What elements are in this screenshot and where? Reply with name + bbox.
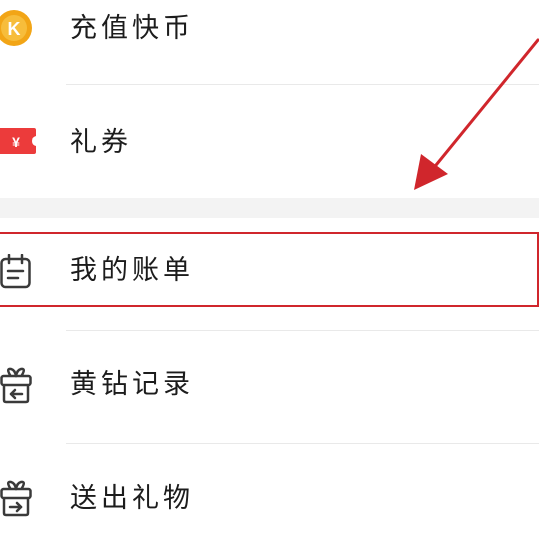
divider: [66, 84, 539, 85]
gift-box-incoming-icon: [0, 367, 36, 409]
coupon-symbol: ¥: [12, 134, 20, 150]
menu-item-label: 充值快币: [70, 13, 194, 44]
menu-item-label: 我的账单: [70, 255, 194, 286]
menu-item-yellow-diamond-records[interactable]: 黄钻记录: [0, 331, 539, 443]
menu-item-label: 送出礼物: [70, 483, 194, 514]
menu-item-label: 黄钻记录: [70, 369, 194, 400]
section-separator: [0, 198, 539, 218]
coupon-ticket-icon: ¥: [0, 124, 40, 162]
k-coin-icon: K: [0, 8, 40, 52]
menu-item-label: 礼券: [70, 127, 132, 158]
menu-item-my-bills[interactable]: 我的账单: [0, 232, 539, 307]
coin-letter: K: [8, 19, 21, 39]
gift-box-outgoing-icon: [0, 480, 36, 522]
menu-item-coupons[interactable]: ¥ 礼券: [0, 86, 539, 198]
wallet-menu-screen: K 充值快币 ¥ 礼券 我的账单 黄钻记录 送出礼物: [0, 0, 539, 541]
calendar-bill-icon: [0, 253, 34, 294]
menu-item-recharge-coins[interactable]: K 充值快币: [0, 0, 539, 84]
menu-item-sent-gifts[interactable]: 送出礼物: [0, 444, 539, 541]
